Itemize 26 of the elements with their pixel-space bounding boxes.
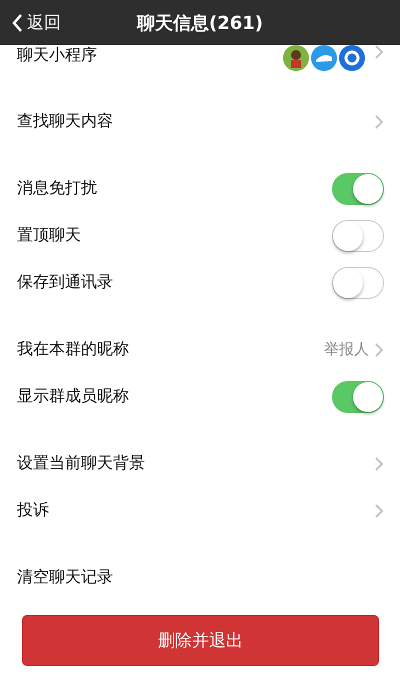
page-title: 聊天信息(261) [136, 12, 264, 34]
row-label: 置顶聊天 [17, 225, 82, 246]
toggle-switch[interactable] [332, 380, 384, 412]
chevron-icon [375, 456, 384, 470]
back-icon [12, 14, 23, 32]
row-value: 举报人 [324, 340, 369, 359]
chevron-icon [375, 114, 384, 128]
chevron-icon [375, 45, 384, 59]
back-button[interactable]: 返回 [8, 8, 65, 37]
row-label: 设置当前聊天背景 [17, 453, 146, 474]
toggle-switch[interactable] [332, 266, 384, 298]
chevron-icon [375, 342, 384, 356]
app-icon[interactable] [283, 45, 309, 71]
row-label: 保存到通讯录 [17, 272, 114, 293]
row-label: 投诉 [17, 500, 50, 521]
toggle-switch[interactable] [332, 172, 384, 204]
row-label: 清空聊天记录 [17, 567, 114, 588]
app-icon[interactable] [339, 45, 365, 71]
toggle-switch[interactable] [332, 220, 384, 252]
row-label: 我在本群的昵称 [17, 339, 130, 360]
delete-exit-button[interactable]: 删除并退出 [22, 615, 379, 666]
row-label: 显示群成员昵称 [17, 386, 130, 407]
row-label: 查找聊天内容 [17, 111, 114, 132]
chevron-icon [375, 504, 384, 518]
row-label: 消息免打扰 [17, 178, 98, 199]
row-label: 聊天小程序 [17, 45, 98, 66]
